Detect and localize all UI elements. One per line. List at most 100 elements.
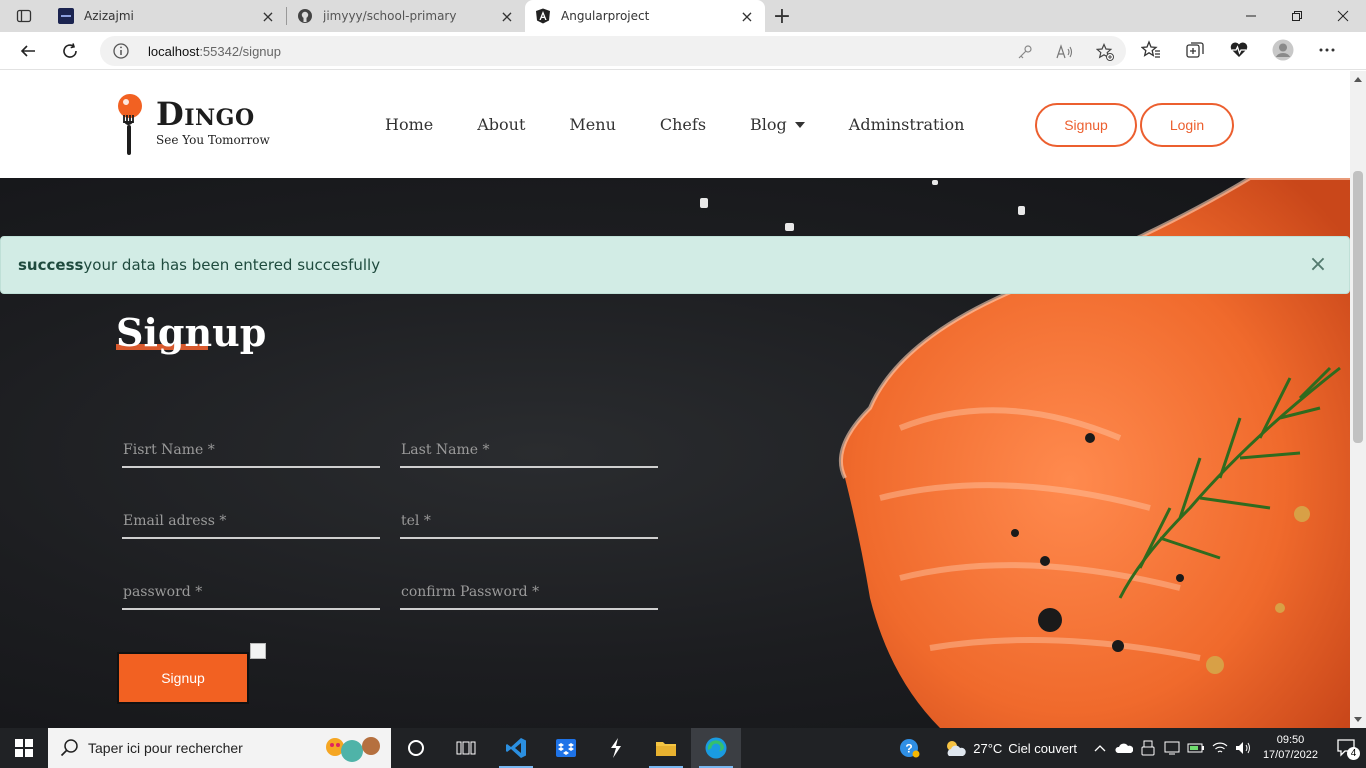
help-icon[interactable]: ? — [899, 737, 921, 759]
tab-actions-icon[interactable] — [0, 0, 48, 32]
browser-tab-bar: Azizajmi × jimyyy/school-primary × Angul… — [0, 0, 1366, 32]
tel-field — [400, 507, 658, 539]
angular-icon — [536, 8, 550, 24]
back-arrow-icon[interactable] — [7, 32, 49, 70]
url-host: localhost — [148, 43, 200, 59]
restore-icon[interactable] — [1274, 0, 1320, 32]
key-icon[interactable] — [1014, 41, 1036, 63]
browser-tab[interactable]: Azizajmi × — [48, 0, 286, 32]
salt-speck — [785, 223, 794, 231]
search-placeholder: Taper ici pour rechercher — [88, 740, 243, 756]
confirm-password-input[interactable] — [400, 578, 658, 606]
browser-essentials-icon[interactable] — [1228, 39, 1250, 61]
site-header: Dingo See You Tomorrow Home About Menu C… — [0, 71, 1350, 178]
address-bar-row: localhost:55342/signup — [0, 32, 1366, 70]
caret-down-icon — [794, 121, 805, 128]
broken-image-icon — [250, 643, 266, 659]
display-settings-icon[interactable] — [1163, 739, 1181, 757]
signup-submit-button[interactable]: Signup — [117, 652, 249, 704]
alert-strong: success — [18, 256, 84, 274]
close-tab-icon[interactable]: × — [499, 7, 515, 26]
url-field[interactable]: localhost:55342/signup — [100, 36, 1126, 66]
windows-taskbar: Taper ici pour rechercher ? 27°C Ciel co… — [0, 728, 1366, 768]
task-view-icon[interactable] — [441, 728, 491, 768]
browser-tab-active[interactable]: Angularproject × — [525, 0, 765, 32]
salt-speck — [700, 198, 708, 208]
password-input[interactable] — [122, 578, 380, 606]
svg-text:?: ? — [906, 742, 913, 756]
favorites-icon[interactable] — [1140, 39, 1162, 61]
read-aloud-icon[interactable] — [1054, 41, 1076, 63]
cortana-icon[interactable] — [391, 728, 441, 768]
close-alert-icon[interactable]: × — [1307, 252, 1329, 277]
onedrive-cloud-icon[interactable] — [1115, 739, 1133, 757]
password-field — [122, 578, 380, 610]
page-scrollbar[interactable] — [1350, 71, 1366, 728]
tab-title: Azizajmi — [84, 9, 134, 23]
search-icon — [60, 739, 78, 757]
salt-speck — [1018, 206, 1025, 215]
last-name-input[interactable] — [400, 436, 658, 464]
volume-icon[interactable] — [1235, 739, 1253, 757]
usb-device-icon[interactable] — [1139, 739, 1157, 757]
nav-menu[interactable]: Menu — [569, 115, 615, 134]
clock-date: 17/07/2022 — [1262, 749, 1318, 761]
battery-icon[interactable] — [1187, 739, 1205, 757]
success-alert: success your data has been entered succes… — [0, 236, 1350, 294]
dropbox-icon[interactable] — [541, 728, 591, 768]
notification-center-icon[interactable]: 4 — [1334, 728, 1360, 768]
nav-blog-dropdown[interactable]: Blog — [750, 115, 805, 134]
nav-home[interactable]: Home — [385, 115, 433, 134]
weather-widget[interactable]: 27°C Ciel couvert — [943, 738, 1077, 758]
tab-title: jimyyy/school-primary — [323, 9, 457, 23]
more-options-icon[interactable] — [1316, 39, 1338, 61]
tab-title: Angularproject — [561, 9, 650, 23]
profile-avatar-icon[interactable] — [1272, 39, 1294, 61]
nav-adminstration[interactable]: Adminstration — [849, 115, 965, 134]
edge-browser-icon[interactable] — [691, 728, 741, 768]
vscode-icon[interactable] — [491, 728, 541, 768]
header-login-button[interactable]: Login — [1140, 103, 1234, 147]
site-info-icon[interactable] — [112, 42, 130, 60]
taskbar-search[interactable]: Taper ici pour rechercher — [48, 728, 391, 768]
browser-tab[interactable]: jimyyy/school-primary × — [287, 0, 525, 32]
signup-form-title: Signup — [116, 310, 267, 355]
first-name-input[interactable] — [122, 436, 380, 464]
confirm-password-field — [400, 578, 658, 610]
site-logo[interactable]: Dingo See You Tomorrow — [116, 93, 270, 157]
cloudy-weather-icon — [947, 741, 967, 756]
alert-message: your data has been entered succesfully — [83, 256, 381, 274]
main-nav: Home About Menu Chefs Blog Adminstration — [385, 115, 964, 134]
nav-chefs[interactable]: Chefs — [660, 115, 706, 134]
file-explorer-icon[interactable] — [641, 728, 691, 768]
header-signup-button[interactable]: Signup — [1035, 103, 1137, 147]
site-favicon-icon — [58, 8, 74, 24]
add-favorite-icon[interactable] — [1094, 41, 1116, 63]
email-input[interactable] — [122, 507, 380, 535]
terminal-app-icon[interactable] — [591, 728, 641, 768]
close-window-icon[interactable] — [1320, 0, 1366, 32]
windows-start-icon[interactable] — [0, 728, 48, 768]
scroll-down-icon[interactable] — [1354, 717, 1362, 722]
logo-name: Dingo — [156, 95, 255, 133]
minimize-icon[interactable] — [1228, 0, 1274, 32]
weather-temp: 27°C — [973, 740, 1003, 756]
weather-desc: Ciel couvert — [1008, 740, 1077, 756]
logo-tagline: See You Tomorrow — [156, 133, 270, 147]
close-tab-icon[interactable]: × — [260, 7, 276, 26]
close-tab-icon[interactable]: × — [739, 7, 755, 26]
tel-input[interactable] — [400, 507, 658, 535]
new-tab-icon[interactable]: + — [765, 0, 799, 32]
chevron-up-icon[interactable] — [1091, 739, 1109, 757]
scroll-up-icon[interactable] — [1354, 77, 1362, 82]
wifi-icon[interactable] — [1211, 739, 1229, 757]
url-path: :55342/signup — [199, 43, 281, 59]
email-field — [122, 507, 380, 539]
fork-logo-icon — [118, 94, 142, 155]
nav-blog-label: Blog — [750, 115, 787, 134]
nav-about[interactable]: About — [477, 115, 525, 134]
refresh-icon[interactable] — [49, 32, 91, 70]
taskbar-clock[interactable]: 09:50 17/07/2022 — [1263, 733, 1318, 763]
collections-icon[interactable] — [1184, 39, 1206, 61]
scroll-thumb[interactable] — [1353, 171, 1363, 443]
